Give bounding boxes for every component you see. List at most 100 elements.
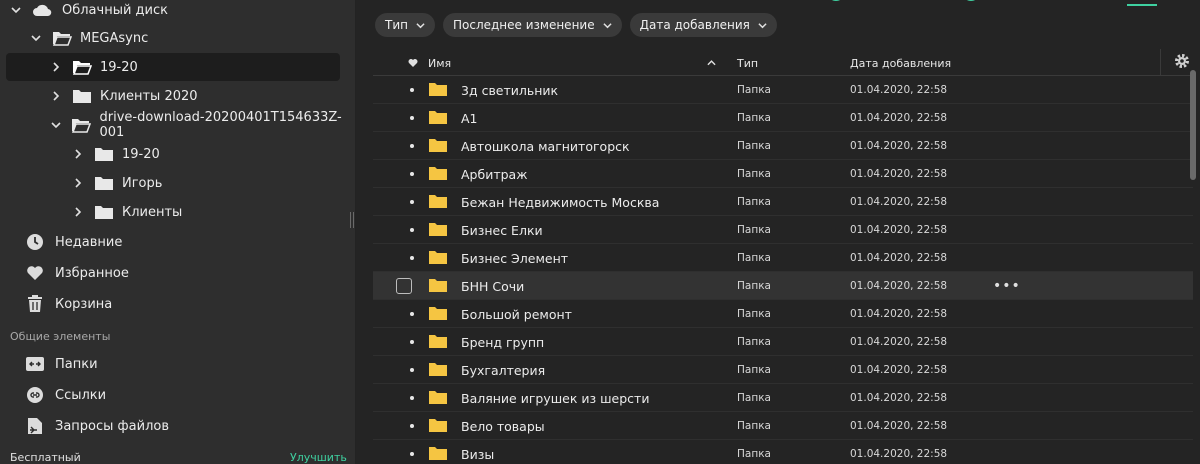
tree-item-label: MEGAsync [80,30,149,46]
tree-item-sub-19-20[interactable]: 19-20 [72,140,160,168]
table-row[interactable]: Арбитраж Папка 01.04.2020, 22:58 [373,160,1193,188]
row-type: Папка [737,84,771,96]
table-row[interactable]: Бежан Недвижимость Москва Папка 01.04.2020… [373,188,1193,216]
table-row[interactable]: Валяние игрушек из шерсти Папка 01.04.2020… [373,384,1193,412]
cloud-icon [32,3,52,17]
folder-icon [429,447,447,460]
tree-item-clients[interactable]: Клиенты [72,198,182,226]
filter-type[interactable]: Тип [375,13,435,37]
folder-icon [429,111,447,124]
link-icon [26,386,44,404]
row-bullet [410,88,414,92]
table-row[interactable]: Бухгалтерия Папка 01.04.2020, 22:58 [373,356,1193,384]
row-type: Папка [737,280,771,292]
row-bullet [410,312,414,316]
chevron-right-icon[interactable] [72,148,84,160]
chevron-right-icon[interactable] [50,90,62,102]
filter-date-added[interactable]: Дата добавления [629,13,777,37]
row-bullet [410,396,414,400]
nav-file-requests[interactable]: Запросы файлов [26,413,169,439]
filter-last-modified[interactable]: Последнее изменение [442,13,622,37]
row-checkbox[interactable] [396,278,412,294]
folder-open-icon [71,117,92,133]
row-bullet [410,172,414,176]
tree-item-megasync[interactable]: MEGAsync [30,24,148,52]
column-header-name[interactable]: Имя [428,57,451,70]
scrollbar[interactable] [1190,70,1196,180]
row-name: БНН Сочи [461,279,525,294]
row-name: Автошкола магнитогорск [461,139,630,154]
row-bullet [410,452,414,456]
folder-icon [429,83,447,96]
table-row[interactable]: 3д светильник Папка 01.04.2020, 22:58 [373,76,1193,104]
nav-recent[interactable]: Недавние [26,229,122,255]
nav-favourites[interactable]: Избранное [26,260,129,286]
nav-links[interactable]: Ссылки [26,382,106,408]
tree-item-label: Клиенты [122,204,183,220]
row-name: 3д светильник [461,83,559,98]
tree-item-19-20[interactable]: 19-20 [6,53,340,81]
table-row[interactable]: Бренд групп Папка 01.04.2020, 22:58 [373,328,1193,356]
nav-label: Корзина [55,296,113,312]
table-row[interactable]: Автошкола магнитогорск Папка 01.04.2020, 2… [373,132,1193,160]
table-row[interactable]: A1 Папка 01.04.2020, 22:58 [373,104,1193,132]
chevron-down-icon[interactable] [30,32,42,44]
tree-item-igor[interactable]: Игорь [72,169,162,197]
row-date-added: 01.04.2020, 22:58 [850,420,948,432]
row-name: Валяние игрушек из шерсти [461,391,650,406]
column-header-type[interactable]: Тип [737,57,758,70]
row-name: Большой ремонт [461,307,572,322]
tree-item-clients-2020[interactable]: Клиенты 2020 [50,82,198,110]
chevron-down-icon[interactable] [50,119,61,131]
row-date-added: 01.04.2020, 22:58 [850,140,948,152]
row-type: Папка [737,364,771,376]
trash-icon [26,295,44,313]
column-header-date-added[interactable]: Дата добавления [850,57,951,70]
folder-icon [429,139,447,152]
chevron-right-icon[interactable] [50,61,62,73]
row-name: Вело товары [461,419,545,434]
row-type: Папка [737,196,771,208]
chevron-down-icon[interactable] [10,4,22,16]
gear-icon[interactable] [1173,52,1191,70]
folder-icon [94,146,114,162]
row-bullet [410,340,414,344]
tree-item-drive-download[interactable]: drive-download-20200401T154633Z-001 [50,110,355,140]
chevron-right-icon[interactable] [72,177,84,189]
table-row[interactable]: Большой ремонт Папка 01.04.2020, 22:58 [373,300,1193,328]
folder-icon [429,167,447,180]
tree-item-cloud-drive[interactable]: Облачный диск [10,0,168,24]
row-date-added: 01.04.2020, 22:58 [850,448,948,460]
sort-asc-icon[interactable] [707,59,716,66]
divider [1160,49,1161,75]
row-date-added: 01.04.2020, 22:58 [850,224,948,236]
toolbar-partial-icon [966,0,976,1]
row-date-added: 01.04.2020, 22:58 [850,112,948,124]
nav-trash[interactable]: Корзина [26,291,112,317]
row-date-added: 01.04.2020, 22:58 [850,336,948,348]
row-date-added: 01.04.2020, 22:58 [850,84,948,96]
table-row[interactable]: БНН Сочи Папка 01.04.2020, 22:58 ••• [373,272,1193,300]
heart-icon[interactable] [408,58,418,67]
table-row[interactable]: Бизнес Элемент Папка 01.04.2020, 22:58 [373,244,1193,272]
table-row[interactable]: Вело товары Папка 01.04.2020, 22:58 [373,412,1193,440]
row-name: A1 [461,111,478,126]
row-name: Бизнес Элемент [461,251,569,266]
resize-handle[interactable] [350,212,355,228]
table-row[interactable]: Бизнес Елки Папка 01.04.2020, 22:58 [373,216,1193,244]
nav-shared-folders[interactable]: Папки [26,351,98,377]
folder-icon [429,279,447,292]
row-bullet [410,200,414,204]
nav-label: Недавние [55,234,123,250]
row-type: Папка [737,112,771,124]
row-name: Визы [461,447,495,462]
upgrade-link[interactable]: Улучшить [290,451,347,464]
more-options-icon[interactable]: ••• [993,278,1021,294]
chevron-down-icon [602,22,612,28]
table-row[interactable]: Визы Папка 01.04.2020, 22:58 [373,440,1193,464]
file-request-icon [26,417,44,435]
chevron-right-icon[interactable] [72,206,84,218]
row-name: Бухгалтерия [461,363,546,378]
row-type: Папка [737,336,771,348]
nav-label: Папки [55,356,98,372]
